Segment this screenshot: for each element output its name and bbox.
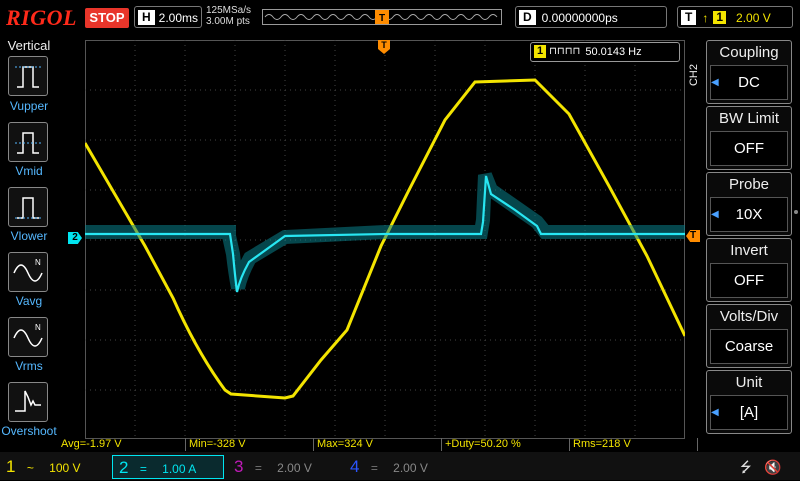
bw-limit-softkey[interactable]: BW Limit OFF: [706, 106, 792, 170]
unit-value: [A]: [710, 395, 788, 430]
ch2-coupling-icon: =: [139, 462, 147, 476]
ch1-coupling-icon: ~: [26, 461, 34, 475]
ch1-status[interactable]: 1 ~ 100 V: [0, 455, 110, 479]
vavg-label: Vavg: [15, 294, 43, 308]
trigger-key: T: [681, 10, 697, 25]
vlower-icon[interactable]: [8, 187, 48, 227]
coupling-softkey[interactable]: Coupling DC ◀: [706, 40, 792, 104]
channel-status-bar: 1 ~ 100 V 2 = 1.00 A 3 = 2.00 V 4 = 2.00…: [0, 452, 800, 480]
invert-value: OFF: [710, 263, 788, 298]
ch3-number: 3: [234, 457, 244, 476]
overshoot-label: Overshoot: [1, 424, 57, 438]
bw-limit-value: OFF: [710, 131, 788, 166]
unit-title: Unit: [735, 374, 763, 391]
rigol-logo: RIGOL: [6, 5, 77, 30]
channel-tab: CH2: [688, 64, 700, 87]
trigger-source: 1: [713, 11, 727, 24]
speaker-mute-icon[interactable]: 🔇: [764, 455, 781, 479]
measure-max[interactable]: Max=324 V: [314, 438, 442, 451]
vrms-label: Vrms: [15, 359, 43, 373]
sample-rate: 125MSa/s: [206, 5, 252, 16]
vertical-measure-menu: Vertical Vupper Vmid Vlower N Vavg N Vrm…: [0, 36, 58, 438]
svg-text:N: N: [35, 258, 41, 267]
ch4-scale: 2.00 V: [393, 461, 428, 475]
vavg-icon[interactable]: N: [8, 252, 48, 292]
svg-text:N: N: [35, 323, 41, 332]
invert-title: Invert: [730, 242, 768, 259]
measure-rms[interactable]: Rms=218 V: [570, 438, 698, 451]
ch4-coupling-icon: =: [370, 461, 378, 475]
chevron-left-icon: ◀: [711, 77, 719, 88]
delay-key: D: [519, 10, 536, 25]
ch4-status[interactable]: 4 = 2.00 V: [344, 455, 456, 479]
ch1-scale: 100 V: [49, 461, 81, 475]
chevron-left-icon: ◀: [711, 209, 719, 220]
trigger-status[interactable]: T ↑ 1 2.00 V: [677, 6, 793, 28]
probe-title: Probe: [728, 176, 770, 193]
measure-min[interactable]: Min=-328 V: [186, 438, 314, 451]
top-status-bar: RIGOL STOP H 2.00ms 125MSa/s 3.00M pts T…: [0, 0, 800, 36]
overshoot-icon[interactable]: [8, 382, 48, 422]
memory-trigger-marker: T: [379, 13, 385, 24]
acquisition-info: 125MSa/s 3.00M pts: [206, 5, 251, 27]
ch3-scale: 2.00 V: [277, 461, 312, 475]
probe-softkey[interactable]: Probe 10X ◀: [706, 172, 792, 236]
vupper-icon[interactable]: [8, 56, 48, 96]
ch2-status[interactable]: 2 = 1.00 A: [112, 455, 224, 479]
trigger-level: 2.00 V: [736, 11, 771, 25]
trigger-edge-icon: ↑: [702, 11, 709, 25]
vlower-label: Vlower: [10, 229, 48, 243]
ch2-waveform: [85, 172, 685, 293]
waveform-display[interactable]: T: [85, 40, 685, 440]
timebase-value: 2.00ms: [158, 11, 199, 25]
vmid-label: Vmid: [15, 164, 43, 178]
bw-limit-title: BW Limit: [719, 110, 779, 127]
memory-waveform-strip: T: [262, 9, 502, 25]
invert-softkey[interactable]: Invert OFF: [706, 238, 792, 302]
probe-value: 10X: [710, 197, 788, 232]
volts-div-value: Coarse: [710, 329, 788, 364]
ch2-number: 2: [119, 458, 129, 477]
trigger-level-marker[interactable]: T: [686, 230, 700, 242]
ch3-status[interactable]: 3 = 2.00 V: [228, 455, 340, 479]
counter-value: 50.0143 Hz: [585, 46, 642, 58]
measure-duty[interactable]: +Duty=50.20 %: [442, 438, 570, 451]
ch2-scale: 1.00 A: [162, 462, 197, 476]
volts-div-title: Volts/Div: [719, 308, 779, 325]
memory-depth: 3.00M pts: [206, 16, 250, 27]
panel-dot: [794, 210, 798, 214]
coupling-value: DC: [710, 65, 788, 100]
run-stop-indicator[interactable]: STOP: [85, 8, 129, 28]
horizontal-key: H: [138, 10, 155, 25]
coupling-title: Coupling: [719, 44, 779, 61]
ch2-ground-marker[interactable]: 2: [68, 232, 82, 244]
menu-title: Vertical: [7, 38, 51, 53]
counter-channel: 1: [534, 45, 547, 58]
unit-softkey[interactable]: Unit [A] ◀: [706, 370, 792, 434]
square-wave-icon: ⊓⊓⊓⊓: [549, 46, 581, 57]
measure-avg[interactable]: Avg=-1.97 V: [58, 438, 186, 451]
trigger-position-label: T: [381, 40, 387, 50]
vupper-label: Vupper: [9, 99, 49, 113]
vmid-icon[interactable]: [8, 122, 48, 162]
measurement-bar: Avg=-1.97 V Min=-328 V Max=324 V +Duty=5…: [58, 438, 698, 452]
delay-offset[interactable]: D 0.00000000ps: [515, 6, 667, 28]
delay-value: 0.00000000ps: [541, 11, 618, 25]
ch4-number: 4: [350, 457, 360, 476]
frequency-counter: 1 ⊓⊓⊓⊓ 50.0143 Hz: [530, 42, 680, 62]
horizontal-timebase[interactable]: H 2.00ms: [134, 6, 202, 28]
usb-icon: ⭍: [740, 459, 752, 475]
ch1-number: 1: [6, 457, 16, 476]
vrms-icon[interactable]: N: [8, 317, 48, 357]
ch3-coupling-icon: =: [254, 461, 262, 475]
chevron-left-icon: ◀: [711, 407, 719, 418]
volts-div-softkey[interactable]: Volts/Div Coarse: [706, 304, 792, 368]
